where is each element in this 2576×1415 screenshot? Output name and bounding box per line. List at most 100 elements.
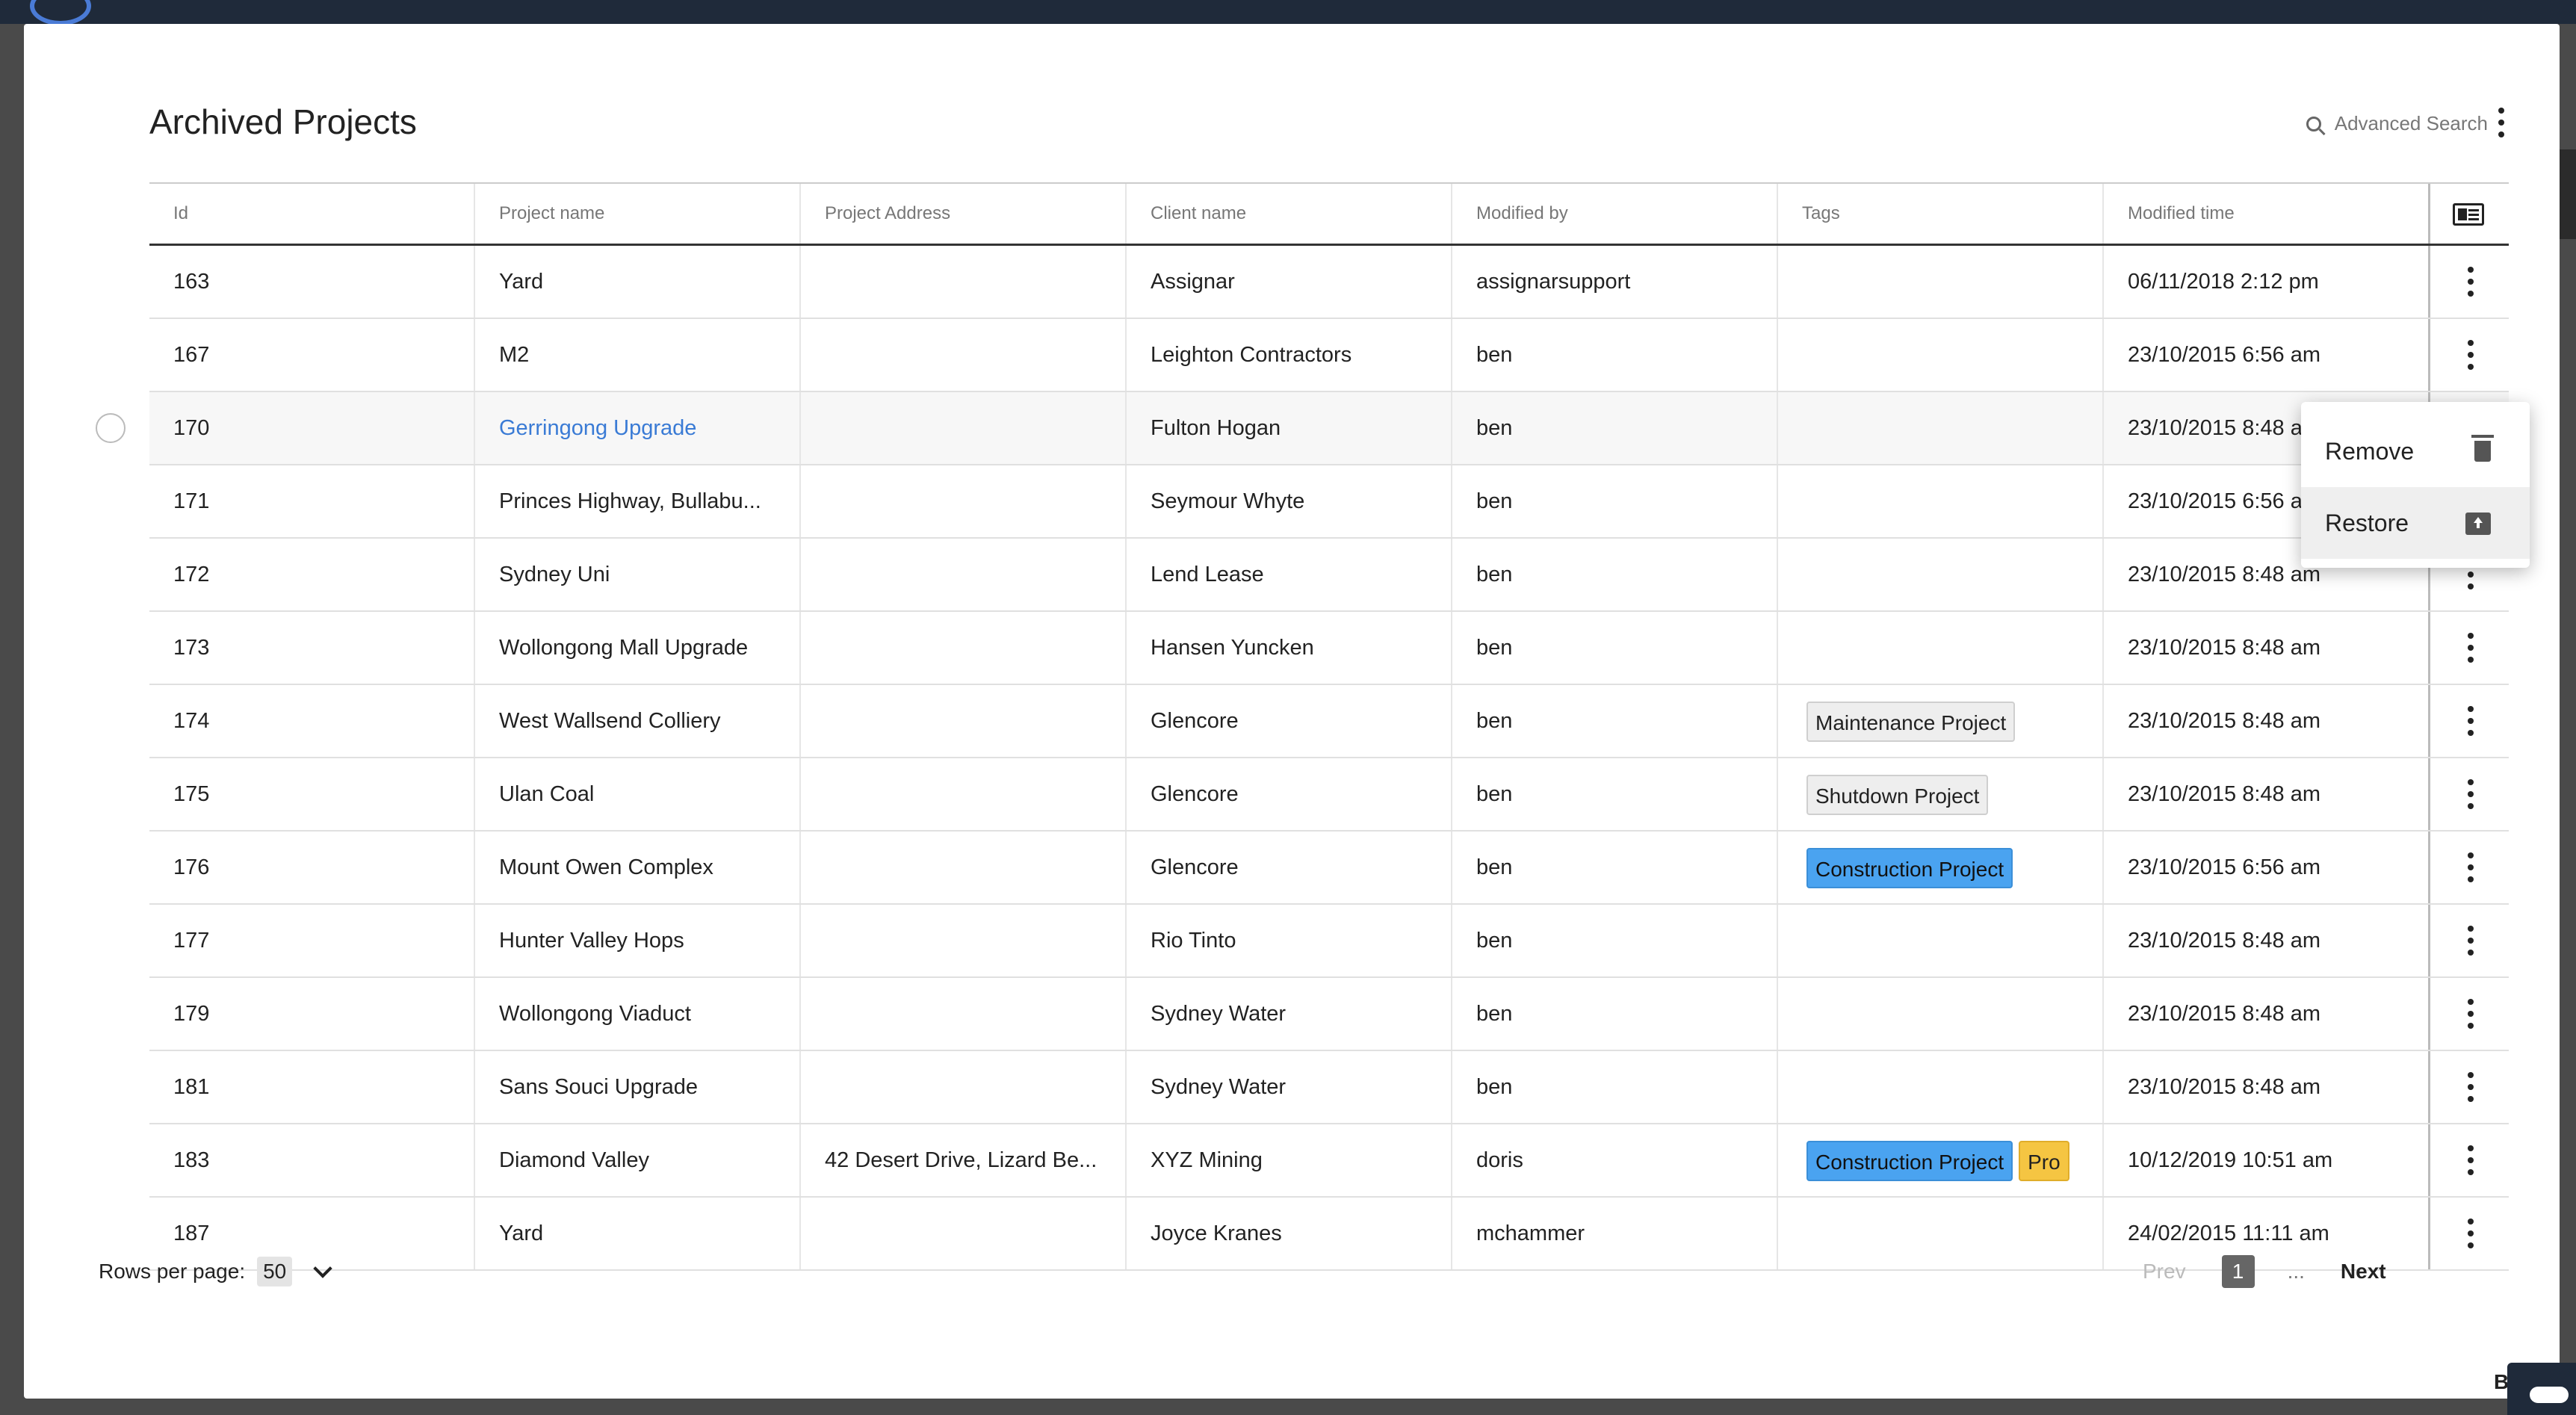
row-context-menu: Remove Restore [2301, 402, 2530, 568]
row-more-options-icon[interactable] [2466, 267, 2475, 297]
column-toggle-cell [2428, 184, 2511, 244]
column-header-id[interactable]: Id [149, 184, 475, 244]
table-header: Id Project name Project Address Client n… [149, 182, 2509, 246]
table-row[interactable]: 177 Hunter Valley Hops Rio Tinto ben 23/10/2… [149, 905, 2509, 978]
cell-client-name: XYZ Mining [1127, 1124, 1452, 1196]
column-header-client-name[interactable]: Client name [1127, 184, 1452, 244]
cell-tags [1778, 539, 2104, 610]
cell-client-name: Leighton Contractors [1127, 319, 1452, 391]
cell-project-name: West Wallsend Colliery [475, 685, 801, 757]
table-row[interactable]: 174 West Wallsend Colliery Glencore ben Main… [149, 685, 2509, 758]
cell-modified-by: ben [1452, 392, 1778, 464]
table-row[interactable]: 183 Diamond Valley 42 Desert Drive, Lizard… [149, 1124, 2509, 1198]
rows-per-page-label: Rows per page: [99, 1260, 246, 1283]
table-row[interactable]: 170 Gerringong Upgrade Fulton Hogan ben 23/1… [96, 392, 2509, 465]
column-header-project-address[interactable]: Project Address [801, 184, 1127, 244]
cell-client-name: Sydney Water [1127, 1051, 1452, 1123]
row-more-options-icon[interactable] [2466, 1145, 2475, 1175]
cell-tags [1778, 978, 2104, 1050]
table-row[interactable]: 163 Yard Assignar assignarsupport 06/11/2018… [149, 246, 2509, 319]
tag-badge: Construction Project [1806, 1141, 2013, 1182]
row-more-options-icon[interactable] [2466, 706, 2475, 736]
cell-tags: Construction Project Pro [1778, 1124, 2104, 1196]
app-header-bar [0, 0, 2576, 25]
cell-modified-time: 23/10/2015 8:48 am [2128, 782, 2320, 806]
cell-modified-by: ben [1452, 539, 1778, 610]
column-header-project-name[interactable]: Project name [475, 184, 801, 244]
row-actions-cell [2428, 978, 2511, 1050]
cell-project-address [801, 832, 1127, 903]
row-more-options-icon[interactable] [2466, 633, 2475, 663]
table-row[interactable]: 176 Mount Owen Complex Glencore ben Construc… [149, 832, 2509, 905]
rows-per-page-value[interactable]: 50 [257, 1257, 293, 1286]
cell-modified-time: 10/12/2019 10:51 am [2128, 1148, 2333, 1172]
cell-project-name[interactable]: Gerringong Upgrade [475, 392, 801, 464]
next-page-button[interactable]: Next [2341, 1260, 2386, 1284]
row-more-options-icon[interactable] [2466, 852, 2475, 882]
cell-project-address [801, 1051, 1127, 1123]
row-more-options-icon[interactable] [2466, 999, 2475, 1029]
prev-page-button[interactable]: Prev [2143, 1260, 2186, 1284]
cell-modified-time: 23/10/2015 8:48 am [2128, 1002, 2320, 1026]
cell-id: 167 [149, 319, 475, 391]
cell-client-name: Glencore [1127, 758, 1452, 830]
cell-project-name: M2 [475, 319, 801, 391]
chevron-down-icon[interactable] [313, 1259, 332, 1278]
cell-modified-time: 23/10/2015 8:48 am [2128, 709, 2320, 733]
cell-client-name: Assignar [1127, 246, 1452, 318]
cell-project-address [801, 905, 1127, 976]
column-settings-icon[interactable] [2453, 203, 2484, 226]
chat-launcher[interactable] [2507, 1363, 2576, 1415]
advanced-search-button[interactable]: Advanced Search [2306, 112, 2488, 135]
row-more-options-icon[interactable] [2466, 340, 2475, 370]
cell-project-name: Sans Souci Upgrade [475, 1051, 801, 1123]
cell-modified-by: doris [1452, 1124, 1778, 1196]
table-row[interactable]: 179 Wollongong Viaduct Sydney Water ben 23/1… [149, 978, 2509, 1051]
cell-project-name: Sydney Uni [475, 539, 801, 610]
app-logo [30, 0, 91, 25]
cell-tags: Construction Project [1778, 832, 2104, 903]
column-header-tags[interactable]: Tags [1778, 184, 2104, 244]
cell-project-address [801, 758, 1127, 830]
cell-tags: Shutdown Project [1778, 758, 2104, 830]
cell-tags [1778, 246, 2104, 318]
restore-menu-item[interactable]: Restore [2301, 487, 2530, 559]
table-row[interactable]: 171 Princes Highway, Bullabu... Seymour Wh… [149, 465, 2509, 539]
table-row[interactable]: 172 Sydney Uni Lend Lease ben 23/10/2015 8:4… [149, 539, 2509, 612]
table-row[interactable]: 175 Ulan Coal Glencore ben Shutdown Project 2… [149, 758, 2509, 832]
page-1-button[interactable]: 1 [2221, 1255, 2255, 1288]
table-row[interactable]: 173 Wollongong Mall Upgrade Hansen Yuncken… [149, 612, 2509, 685]
row-more-options-icon[interactable] [2466, 926, 2475, 956]
cell-modified-by: assignarsupport [1452, 246, 1778, 318]
row-more-options-icon[interactable] [2466, 779, 2475, 809]
remove-menu-item[interactable]: Remove [2301, 415, 2530, 487]
cell-id: 175 [149, 758, 475, 830]
cell-modified-by: mchammer [1452, 1198, 1778, 1269]
cell-modified-by: ben [1452, 905, 1778, 976]
cell-project-name: Diamond Valley [475, 1124, 801, 1196]
cell-id: 173 [149, 612, 475, 684]
cell-tags [1778, 1198, 2104, 1269]
cell-modified-time: 23/10/2015 8:48 am [2128, 636, 2320, 660]
table-row[interactable]: 167 M2 Leighton Contractors ben 23/10/2015 6… [149, 319, 2509, 392]
cell-project-name: Ulan Coal [475, 758, 801, 830]
cell-project-address [801, 465, 1127, 537]
more-options-icon[interactable] [2497, 108, 2506, 137]
column-header-modified-by[interactable]: Modified by [1452, 184, 1778, 244]
cell-project-address [801, 392, 1127, 464]
trash-icon [2471, 435, 2494, 462]
cell-id: 170 [149, 392, 475, 464]
cell-project-address: 42 Desert Drive, Lizard Be... [801, 1124, 1127, 1196]
archive-restore-icon [2465, 513, 2491, 535]
cell-id: 172 [149, 539, 475, 610]
pagination: Prev 1 ... Next [2143, 1255, 2386, 1288]
column-header-modified-time[interactable]: Modified time [2104, 184, 2428, 244]
row-more-options-icon[interactable] [2466, 1219, 2475, 1248]
cell-project-address [801, 978, 1127, 1050]
row-select-radio[interactable] [96, 413, 126, 443]
cell-project-name: Princes Highway, Bullabu... [475, 465, 801, 537]
tag-badge: Shutdown Project [1806, 775, 1989, 816]
table-row[interactable]: 181 Sans Souci Upgrade Sydney Water ben 23/1… [149, 1051, 2509, 1124]
cell-project-name: Wollongong Mall Upgrade [475, 612, 801, 684]
row-more-options-icon[interactable] [2466, 1072, 2475, 1102]
